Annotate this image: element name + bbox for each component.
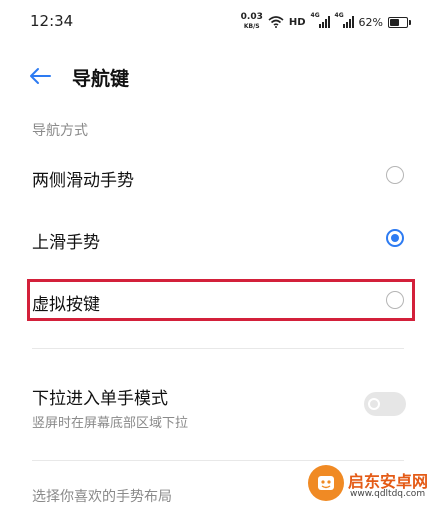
wifi-icon — [268, 16, 284, 28]
back-arrow-icon[interactable] — [28, 64, 52, 88]
status-time: 12:34 — [30, 12, 74, 30]
section-label-gesture-layout: 选择你喜欢的手势布局 — [32, 489, 172, 505]
signal-network-type: 4G — [310, 12, 320, 19]
option-side-swipe-label[interactable]: 两侧滑动手势 — [32, 166, 134, 191]
watermark-logo-icon — [308, 465, 344, 501]
signal-icon-2: 4G — [335, 12, 354, 28]
one-hand-mode-title[interactable]: 下拉进入单手模式 — [32, 384, 168, 409]
status-icons: 0.03 KB/S HD 4G 4G 62% — [241, 12, 411, 32]
divider — [32, 348, 404, 349]
section-label-nav-method: 导航方式 — [32, 123, 88, 139]
battery-icon — [388, 16, 411, 28]
signal-network-type-2: 4G — [334, 12, 344, 19]
option-virtual-keys-radio[interactable] — [386, 291, 404, 309]
network-speed: 0.03 KB/S — [241, 13, 263, 31]
one-hand-mode-toggle[interactable] — [364, 392, 406, 416]
option-virtual-keys-label[interactable]: 虚拟按键 — [32, 290, 100, 315]
page-title: 导航键 — [72, 68, 130, 90]
divider — [32, 460, 404, 461]
watermark-url: www.qdltdq.com — [350, 489, 426, 499]
network-speed-value: 0.03 — [240, 12, 263, 22]
network-speed-unit: KB/S — [243, 23, 260, 30]
battery-percent: 62% — [358, 15, 383, 29]
toggle-knob — [368, 398, 380, 410]
signal-icon: 4G — [311, 12, 330, 28]
option-swipe-up-radio[interactable] — [386, 229, 404, 247]
one-hand-mode-subtitle: 竖屏时在屏幕底部区域下拉 — [32, 416, 189, 431]
option-swipe-up-label[interactable]: 上滑手势 — [32, 228, 100, 253]
option-side-swipe-radio[interactable] — [386, 166, 404, 184]
hd-indicator: HD — [288, 16, 306, 28]
